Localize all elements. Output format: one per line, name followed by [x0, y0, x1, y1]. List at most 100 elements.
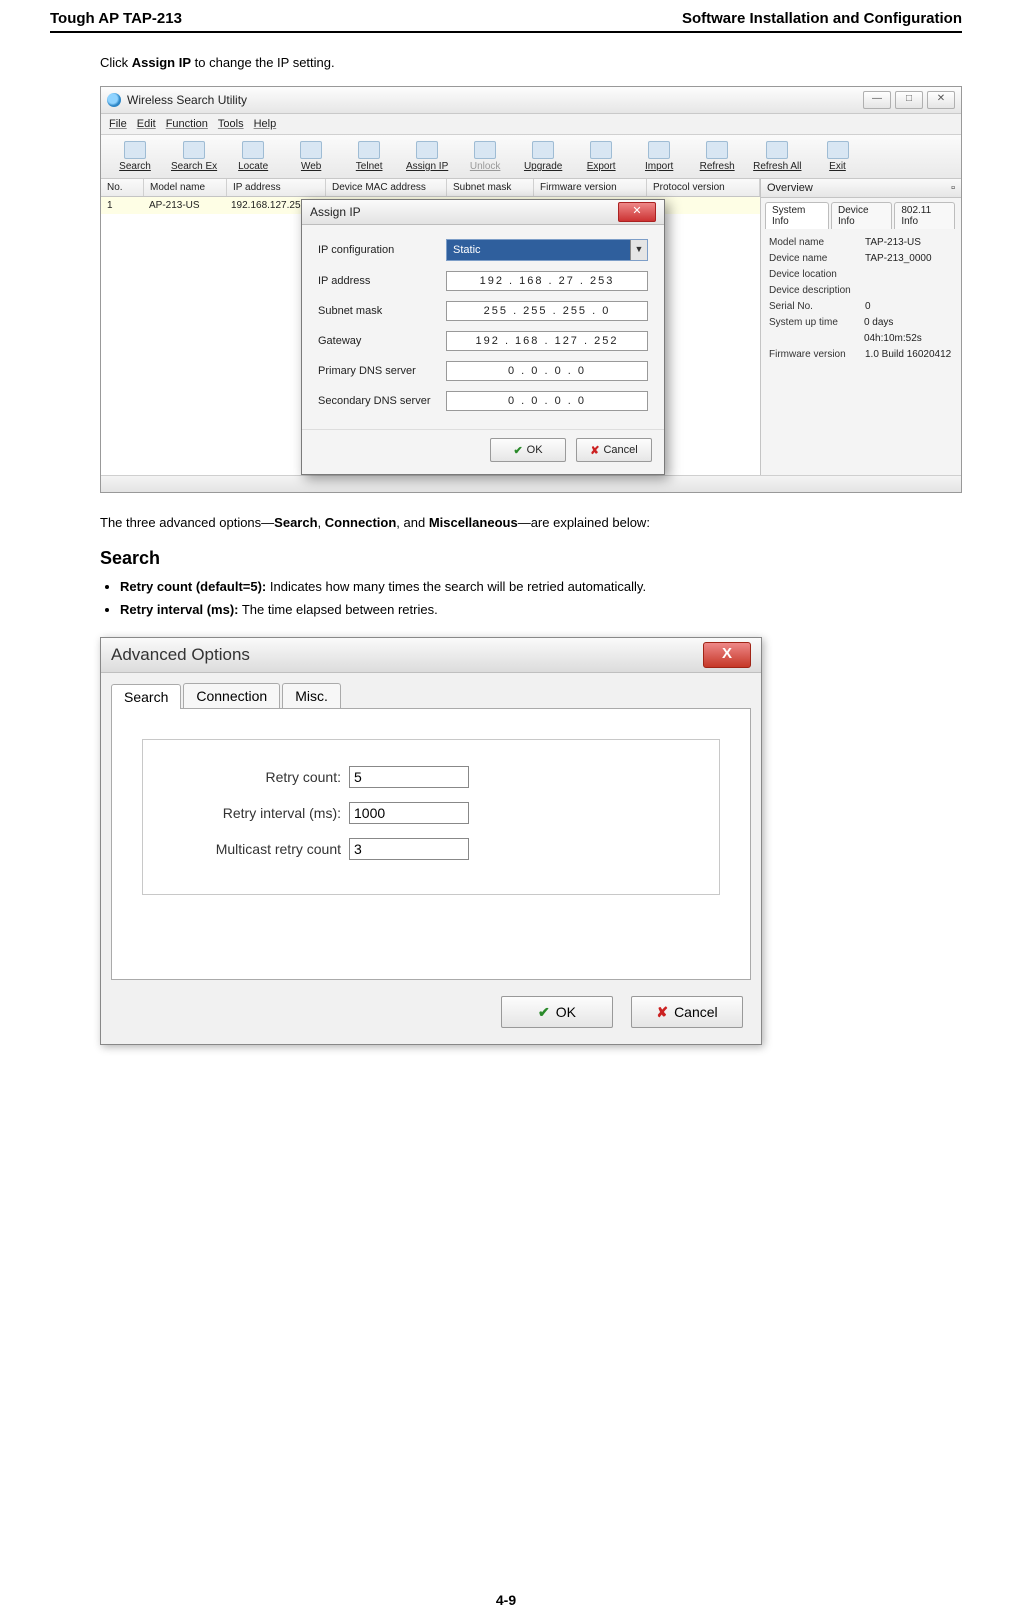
web-icon — [300, 141, 322, 159]
check-icon: ✔ — [513, 444, 522, 457]
dns1-label: Primary DNS server — [318, 365, 446, 377]
window-title: Wireless Search Utility — [127, 93, 863, 107]
overview-panel: Overview ▫ System Info Device Info 802.11… — [761, 179, 961, 475]
grid-header: No. Model name IP address Device MAC add… — [101, 179, 760, 197]
ipconfig-label: IP configuration — [318, 244, 446, 256]
subnet-label: Subnet mask — [318, 305, 446, 317]
retry-interval-label: Retry interval (ms): — [171, 805, 349, 821]
overview-kv: Model nameTAP-213-US Device nameTAP-213_… — [761, 231, 961, 367]
tb-search-ex[interactable]: Search Ex — [165, 139, 223, 174]
tb-export[interactable]: Export — [573, 139, 629, 174]
x-icon: ✘ — [590, 444, 599, 457]
dialog-titlebar: Assign IP ✕ — [302, 200, 664, 225]
search-icon — [124, 141, 146, 159]
retry-count-input[interactable] — [349, 766, 469, 788]
retry-count-label: Retry count: — [171, 769, 349, 785]
device-grid: No. Model name IP address Device MAC add… — [101, 179, 761, 475]
refresh-all-icon — [766, 141, 788, 159]
menu-function[interactable]: Function — [166, 118, 208, 130]
adv-pane: Retry count: Retry interval (ms): Multic… — [111, 708, 751, 980]
adv-title: Advanced Options — [111, 645, 250, 665]
tab-80211-info[interactable]: 802.11 Info — [894, 202, 955, 229]
ok-button[interactable]: ✔OK — [490, 438, 566, 462]
telnet-icon — [358, 141, 380, 159]
menu-help[interactable]: Help — [254, 118, 277, 130]
refresh-icon — [706, 141, 728, 159]
list-item: Retry interval (ms): The time elapsed be… — [120, 602, 962, 617]
unlock-icon — [474, 141, 496, 159]
tb-telnet[interactable]: Telnet — [341, 139, 397, 174]
ipaddr-label: IP address — [318, 275, 446, 287]
assign-ip-icon — [416, 141, 438, 159]
chevron-down-icon: ▼ — [630, 240, 647, 260]
tb-unlock: Unlock — [457, 139, 513, 174]
menu-file[interactable]: File — [109, 118, 127, 130]
tab-search[interactable]: Search — [111, 684, 181, 709]
check-icon: ✔ — [538, 1004, 550, 1021]
pin-icon[interactable]: ▫ — [951, 182, 955, 194]
advanced-options-intro: The three advanced options—Search, Conne… — [100, 515, 962, 530]
upgrade-icon — [532, 141, 554, 159]
export-icon — [590, 141, 612, 159]
subnet-input[interactable]: 255 . 255 . 255 . 0 — [446, 301, 648, 321]
minimize-button[interactable]: — — [863, 91, 891, 109]
gateway-input[interactable]: 192 . 168 . 127 . 252 — [446, 331, 648, 351]
maximize-button[interactable]: □ — [895, 91, 923, 109]
tab-misc[interactable]: Misc. — [282, 683, 341, 708]
tab-system-info[interactable]: System Info — [765, 202, 829, 229]
tb-assign-ip[interactable]: Assign IP — [399, 139, 455, 174]
titlebar: Wireless Search Utility — □ ✕ — [101, 87, 961, 114]
adv-titlebar: Advanced Options X — [101, 638, 761, 673]
intro-text: Click Assign IP to change the IP setting… — [100, 55, 962, 70]
exit-icon — [827, 141, 849, 159]
gateway-label: Gateway — [318, 335, 446, 347]
app-icon — [107, 93, 121, 107]
wireless-search-utility-window: Wireless Search Utility — □ ✕ File Edit … — [100, 86, 962, 493]
assign-ip-dialog: Assign IP ✕ IP configuration Static▼ IP … — [301, 199, 665, 475]
tab-device-info[interactable]: Device Info — [831, 202, 892, 229]
adv-ok-button[interactable]: ✔OK — [501, 996, 613, 1028]
retry-interval-input[interactable] — [349, 802, 469, 824]
adv-close-button[interactable]: X — [703, 642, 751, 668]
dialog-close-button[interactable]: ✕ — [618, 202, 656, 222]
adv-frame: Retry count: Retry interval (ms): Multic… — [142, 739, 720, 895]
menu-edit[interactable]: Edit — [137, 118, 156, 130]
search-options-list: Retry count (default=5): Indicates how m… — [100, 579, 962, 617]
x-icon: ✘ — [656, 1004, 668, 1021]
dns2-input[interactable]: 0 . 0 . 0 . 0 — [446, 391, 648, 411]
dns1-input[interactable]: 0 . 0 . 0 . 0 — [446, 361, 648, 381]
tb-refresh-all[interactable]: Refresh All — [747, 139, 807, 174]
tb-search[interactable]: Search — [107, 139, 163, 174]
header-left: Tough AP TAP-213 — [50, 10, 182, 27]
statusbar — [101, 475, 961, 492]
search-heading: Search — [100, 548, 962, 569]
dns2-label: Secondary DNS server — [318, 395, 446, 407]
tb-web[interactable]: Web — [283, 139, 339, 174]
tb-exit[interactable]: Exit — [810, 139, 866, 174]
page-number: 4-9 — [0, 1592, 1012, 1608]
multicast-retry-label: Multicast retry count — [171, 841, 349, 857]
header-right: Software Installation and Configuration — [682, 10, 962, 27]
toolbar: Search Search Ex Locate Web Telnet Assig… — [101, 135, 961, 179]
page-header: Tough AP TAP-213 Software Installation a… — [50, 4, 962, 33]
multicast-retry-input[interactable] — [349, 838, 469, 860]
tb-locate[interactable]: Locate — [225, 139, 281, 174]
locate-icon — [242, 141, 264, 159]
menubar: File Edit Function Tools Help — [101, 114, 961, 135]
tb-refresh[interactable]: Refresh — [689, 139, 745, 174]
tb-upgrade[interactable]: Upgrade — [515, 139, 571, 174]
menu-tools[interactable]: Tools — [218, 118, 244, 130]
dialog-title: Assign IP — [310, 205, 361, 219]
close-button[interactable]: ✕ — [927, 91, 955, 109]
import-icon — [648, 141, 670, 159]
ipaddr-input[interactable]: 192 . 168 . 27 . 253 — [446, 271, 648, 291]
tab-connection[interactable]: Connection — [183, 683, 280, 708]
adv-cancel-button[interactable]: ✘Cancel — [631, 996, 743, 1028]
list-item: Retry count (default=5): Indicates how m… — [120, 579, 962, 594]
tb-import[interactable]: Import — [631, 139, 687, 174]
search-ex-icon — [183, 141, 205, 159]
ipconfig-select[interactable]: Static▼ — [446, 239, 648, 261]
advanced-options-window: Advanced Options X Search Connection Mis… — [100, 637, 762, 1045]
overview-title: Overview — [767, 182, 813, 194]
cancel-button[interactable]: ✘Cancel — [576, 438, 652, 462]
